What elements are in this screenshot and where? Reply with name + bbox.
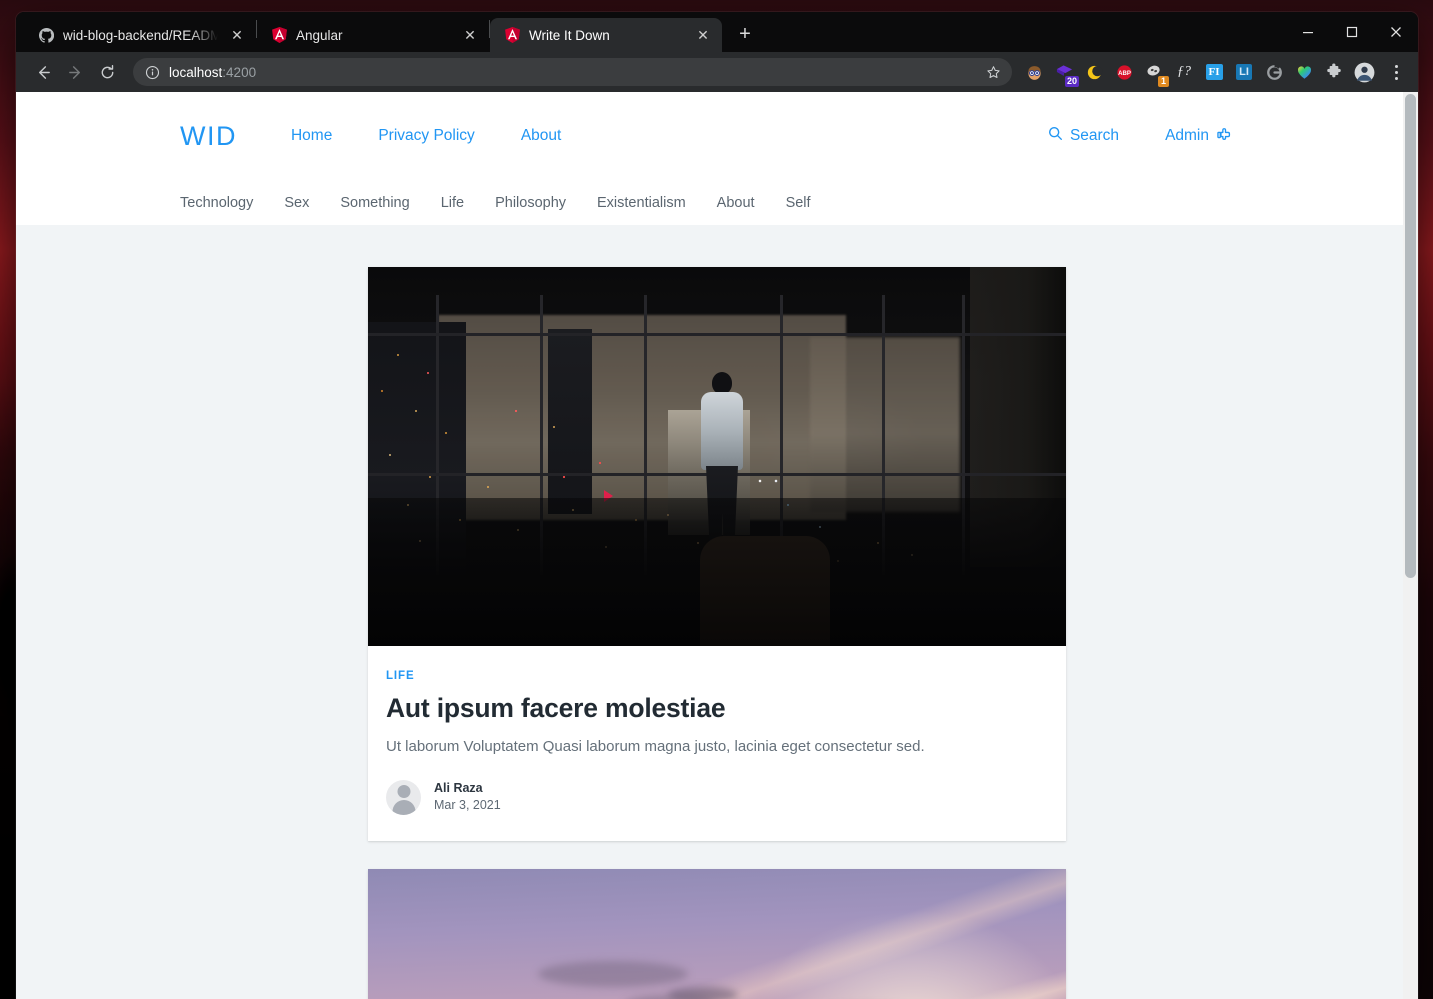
category-nav: Technology Sex Something Life Philosophy… (16, 180, 1418, 225)
arrow-left-icon[interactable] (28, 57, 58, 87)
post-thumbnail-image[interactable] (368, 868, 1066, 999)
angular-icon (271, 27, 288, 44)
tab-title: wid-blog-backend/README (63, 27, 218, 43)
browser-tab-readme[interactable]: wid-blog-backend/README ✕ (24, 18, 256, 52)
info-circle-icon[interactable] (145, 65, 160, 80)
category-link-about[interactable]: About (717, 195, 755, 211)
post-date: Mar 3, 2021 (434, 798, 501, 813)
arrow-right-icon[interactable] (60, 57, 90, 87)
category-link-something[interactable]: Something (340, 195, 409, 211)
tab-strip: wid-blog-backend/README ✕ Angular ✕ Writ… (16, 12, 1418, 52)
tab-title: Write It Down (529, 27, 610, 43)
url-host: localhost (169, 64, 223, 80)
extension-badge: 1 (1157, 76, 1169, 87)
page-scrollbar[interactable] (1403, 92, 1418, 999)
search-button[interactable]: Search (1048, 126, 1119, 146)
admin-button[interactable]: Admin (1165, 126, 1232, 147)
header-top-row: WID Home Privacy Policy About Search Adm… (16, 92, 1418, 180)
browser-tab-write-it-down[interactable]: Write It Down ✕ (490, 18, 722, 52)
url-text: localhost:4200 (169, 65, 971, 80)
browser-toolbar: localhost:4200 20 ABP 1 ƒ? FI LI (16, 52, 1418, 92)
close-button[interactable] (1374, 15, 1418, 49)
search-icon (1048, 126, 1063, 146)
post-category[interactable]: LIFE (386, 670, 1048, 682)
close-icon[interactable]: ✕ (459, 24, 481, 46)
address-bar[interactable]: localhost:4200 (133, 58, 1012, 86)
post-body: LIFE Aut ipsum facere molestiae Ut labor… (368, 646, 1066, 841)
nav-link-privacy-policy[interactable]: Privacy Policy (378, 127, 474, 145)
category-link-sex[interactable]: Sex (284, 195, 309, 211)
nav-link-about[interactable]: About (521, 127, 562, 145)
fontface-ninja-extension-icon[interactable]: ƒ? (1170, 58, 1198, 86)
post-card[interactable] (368, 868, 1066, 999)
extension-badge: 20 (1064, 76, 1079, 87)
colorzilla-extension-icon[interactable] (1290, 58, 1318, 86)
adblock-plus-extension-icon[interactable]: ABP (1110, 58, 1138, 86)
main-nav: Home Privacy Policy About (291, 127, 561, 145)
browser-tab-angular[interactable]: Angular ✕ (257, 18, 489, 52)
avatar (386, 779, 421, 815)
pocket-extension-icon[interactable]: 20 (1050, 58, 1079, 87)
extension-label: LI (1236, 64, 1252, 80)
category-link-life[interactable]: Life (441, 195, 464, 211)
three-dots-icon[interactable] (1382, 57, 1410, 87)
extension-label: FI (1205, 64, 1223, 80)
reload-icon[interactable] (92, 57, 122, 87)
site-header: WID Home Privacy Policy About Search Adm… (16, 92, 1418, 225)
svg-text:ABP: ABP (1118, 69, 1131, 76)
extension-label: ƒ? (1177, 64, 1191, 79)
post-title[interactable]: Aut ipsum facere molestiae (386, 693, 1048, 724)
category-link-technology[interactable]: Technology (180, 195, 253, 211)
post-excerpt: Ut laborum Voluptatem Quasi laborum magn… (386, 738, 925, 755)
browser-window: wid-blog-backend/README ✕ Angular ✕ Writ… (16, 12, 1418, 999)
window-controls (1286, 12, 1418, 52)
header-actions: Search Admin (1048, 126, 1418, 147)
nav-link-home[interactable]: Home (291, 127, 332, 145)
star-icon[interactable] (980, 59, 1006, 85)
angular-icon (504, 27, 521, 44)
admin-label: Admin (1165, 127, 1209, 144)
post-meta: Ali Raza Mar 3, 2021 (386, 779, 1048, 815)
post-author[interactable]: Ali Raza (434, 780, 501, 797)
post-feed: LIFE Aut ipsum facere molestiae Ut labor… (16, 225, 1418, 999)
grammarly-extension-icon[interactable] (1260, 58, 1288, 86)
tampermonkey-extension-icon[interactable]: 1 (1140, 58, 1169, 87)
page-scrollbar-thumb[interactable] (1405, 94, 1416, 578)
site-brand-logo[interactable]: WID (180, 121, 237, 152)
post-thumbnail-image[interactable] (368, 267, 1066, 646)
extensions-puzzle-icon[interactable] (1320, 58, 1348, 86)
profile-avatar[interactable] (1350, 58, 1378, 86)
tab-title: Angular (296, 27, 343, 43)
maximize-button[interactable] (1330, 15, 1374, 49)
honey-extension-icon[interactable] (1020, 58, 1048, 86)
minimize-button[interactable] (1286, 15, 1330, 49)
category-link-philosophy[interactable]: Philosophy (495, 195, 566, 211)
search-label: Search (1069, 127, 1120, 144)
url-port: :4200 (222, 64, 257, 80)
close-icon[interactable]: ✕ (226, 24, 248, 46)
extension-icons: 20 ABP 1 ƒ? FI LI (1020, 58, 1378, 87)
category-link-existentialism[interactable]: Existentialism (597, 195, 686, 211)
category-link-self[interactable]: Self (786, 195, 811, 211)
github-icon (38, 27, 55, 44)
new-tab-button[interactable]: + (730, 19, 760, 49)
thumbs-up-icon (1216, 126, 1232, 147)
fireshot-extension-icon[interactable]: FI (1200, 58, 1228, 86)
linkedin-extension-icon[interactable]: LI (1230, 58, 1258, 86)
post-card[interactable]: LIFE Aut ipsum facere molestiae Ut labor… (368, 267, 1066, 841)
close-icon[interactable]: ✕ (692, 24, 714, 46)
page-viewport: WID Home Privacy Policy About Search Adm… (16, 92, 1418, 999)
night-mode-extension-icon[interactable] (1080, 58, 1108, 86)
